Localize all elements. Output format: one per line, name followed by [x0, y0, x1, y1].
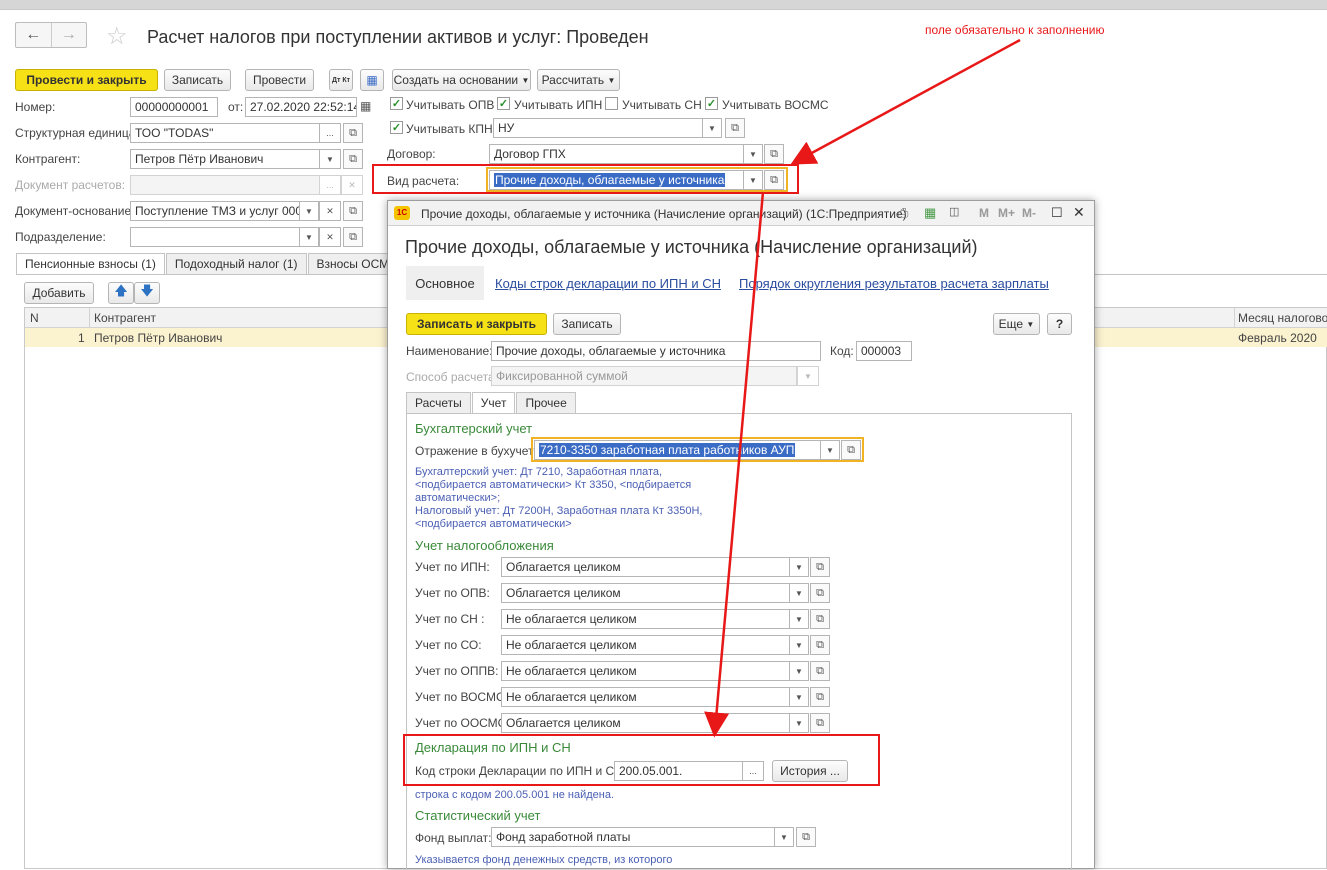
annotation-arrow	[790, 38, 1021, 165]
annotation-arrows	[704, 38, 1021, 738]
annotation-arrow	[704, 191, 765, 738]
